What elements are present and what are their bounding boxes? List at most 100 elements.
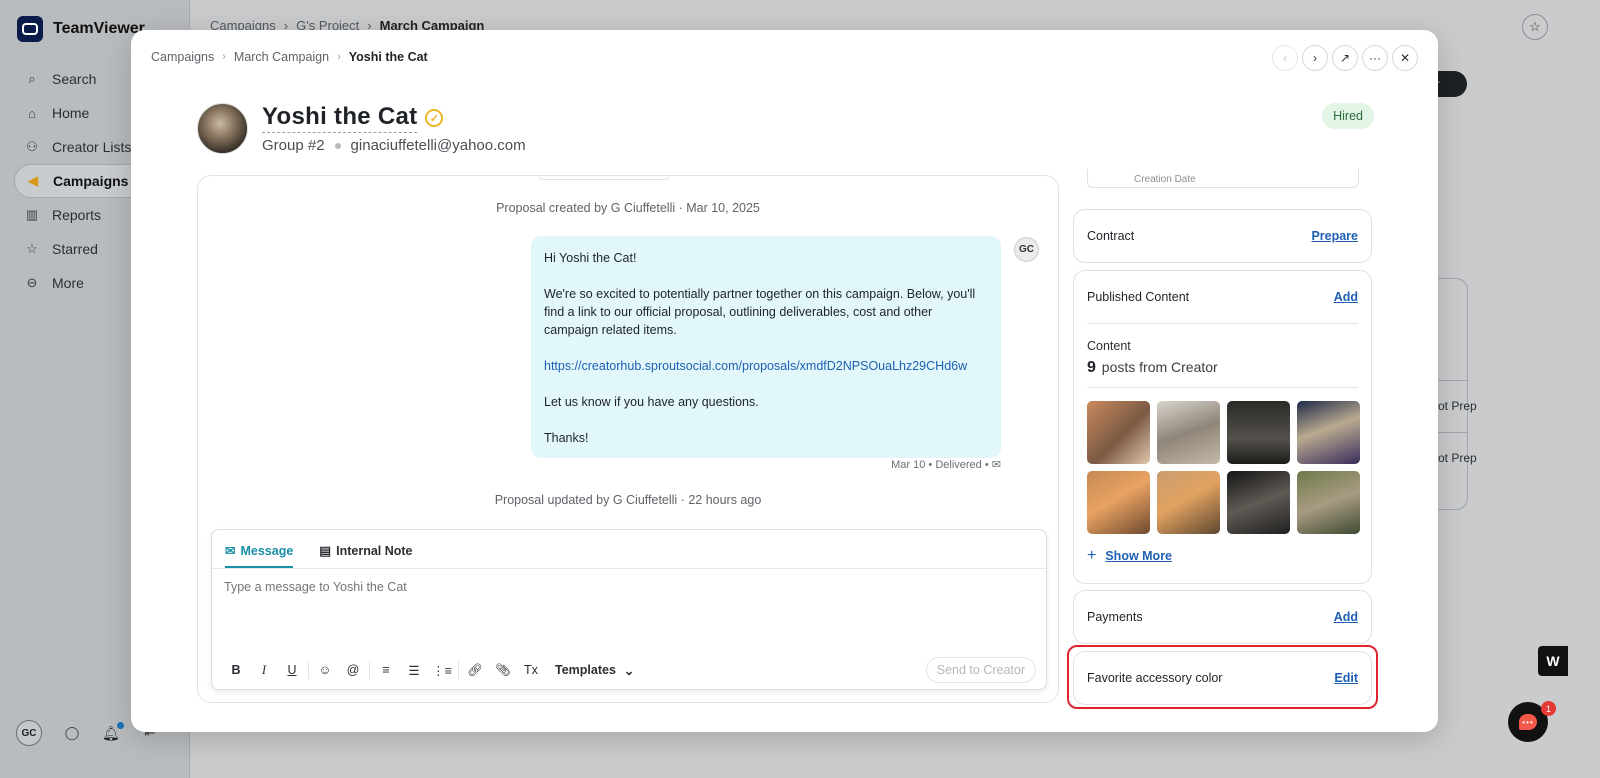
mention-icon[interactable]: @ (339, 658, 367, 682)
more-options-button[interactable]: ··· (1362, 45, 1388, 71)
edit-favorite-accessory-color-link[interactable]: Edit (1334, 671, 1358, 685)
message-input[interactable] (224, 580, 1024, 594)
close-button[interactable]: ✕ (1392, 45, 1418, 71)
content-count: 9 posts from Creator (1074, 353, 1371, 377)
bar-chart-icon: ▥ (25, 207, 39, 222)
chevron-right-icon: › (1313, 51, 1317, 65)
content-thumbnail[interactable] (1087, 471, 1150, 534)
user-avatar[interactable]: GC (16, 720, 42, 746)
scroll-stub (538, 176, 670, 180)
chat-icon[interactable]: ◯ (64, 725, 80, 741)
link-icon[interactable]: 🔗︎ (461, 658, 489, 682)
previous-button[interactable]: ‹ (1272, 45, 1298, 71)
bulleted-list-icon[interactable]: ☰ (400, 658, 428, 682)
tab-message[interactable]: ✉ Message (225, 543, 294, 568)
creator-name[interactable]: Yoshi the Cat (262, 103, 418, 133)
plus-icon: + (1087, 547, 1097, 564)
w-widget-button[interactable]: W (1538, 646, 1568, 676)
message-composer: ✉ Message ▤ Internal Note B I U ☺ @ ≡ ☰ (211, 529, 1047, 690)
templates-dropdown[interactable]: Templates ⌄ (555, 663, 634, 678)
emoji-icon[interactable]: ☺ (311, 658, 339, 682)
favorite-accessory-color-label: Favorite accessory color (1087, 671, 1223, 685)
add-payment-link[interactable]: Add (1334, 610, 1358, 624)
message-bubble: Hi Yoshi the Cat! We're so excited to po… (531, 236, 1001, 458)
attachment-icon[interactable]: 📎︎ (489, 658, 517, 682)
tab-label: Internal Note (336, 543, 413, 558)
breadcrumb-current: Yoshi the Cat (348, 50, 428, 64)
modal-actions: ‹ › ↗ ··· ✕ (1272, 45, 1418, 71)
next-button[interactable]: › (1302, 45, 1328, 71)
home-icon: ⌂ (28, 105, 36, 121)
creator-header: Yoshi the Cat ✓ Group #2 ginaciuffetelli… (197, 103, 526, 154)
content-thumbnail[interactable] (1157, 401, 1220, 464)
star-icon: ☆ (26, 241, 38, 256)
sidebar-item-label: Reports (52, 207, 102, 223)
send-to-creator-button[interactable]: Send to Creator (925, 657, 1036, 683)
content-thumbnail[interactable] (1297, 401, 1360, 464)
creator-modal: Campaigns › March Campaign › Yoshi the C… (131, 30, 1438, 732)
message-signoff: Thanks! (544, 431, 589, 445)
sidebar-item-label: Creator Lists (52, 139, 132, 155)
content-thumbnail[interactable] (1297, 471, 1360, 534)
content-thumbnail[interactable] (1227, 471, 1290, 534)
sender-avatar: GC (1014, 237, 1039, 262)
teamviewer-logo-icon (17, 16, 43, 42)
bell-icon[interactable]: 🔔︎ (102, 721, 124, 742)
megaphone-icon: ◀ (28, 173, 38, 188)
add-published-content-link[interactable]: Add (1334, 290, 1358, 304)
sidebar-item-label: Home (52, 105, 90, 121)
breadcrumb-separator: › (337, 51, 341, 63)
meta-separator: • (984, 459, 992, 471)
status-badge: Hired (1322, 103, 1374, 129)
message-closing: Let us know if you have any questions. (544, 395, 759, 409)
creator-avatar (197, 103, 248, 154)
message-date: Mar 10 (891, 459, 926, 471)
content-label: Content (1087, 339, 1131, 353)
toolbar-divider (369, 661, 370, 679)
tab-label: Message (240, 543, 294, 558)
clear-format-icon[interactable]: Tx (517, 658, 545, 682)
post-count: 9 (1087, 359, 1096, 376)
content-thumbnail[interactable] (1227, 401, 1290, 464)
sidebar-item-label: Campaigns (53, 173, 129, 189)
contract-card: Contract Prepare (1073, 209, 1372, 263)
content-thumbnail[interactable] (1087, 401, 1150, 464)
proposal-link[interactable]: https://creatorhub.sproutsocial.com/prop… (544, 359, 967, 373)
creation-date-field: Creation Date (1087, 169, 1359, 188)
underline-icon[interactable]: U (278, 658, 306, 682)
breadcrumb-separator: › (222, 51, 226, 63)
italic-icon[interactable]: I (250, 658, 278, 682)
post-count-suffix: posts from Creator (1101, 359, 1218, 375)
search-icon: ⌕ (28, 71, 36, 86)
chevron-down-icon: ⌄ (623, 663, 635, 678)
breadcrumb-item[interactable]: Campaigns (151, 50, 214, 64)
background-row-text: ot Prep (1438, 399, 1477, 413)
formatting-toolbar: B I U ☺ @ ≡ ☰ ⋮≡ 🔗︎ 📎︎ Tx Templates ⌄ (222, 658, 634, 682)
prepare-contract-link[interactable]: Prepare (1311, 229, 1358, 243)
brand[interactable]: TeamViewer (17, 16, 145, 42)
conversation-panel: Proposal created by G Ciuffetelli · Mar … (197, 175, 1059, 703)
background-row-text: ot Prep (1438, 451, 1477, 465)
composer-tabs: ✉ Message ▤ Internal Note (212, 530, 1046, 569)
bold-icon[interactable]: B (222, 658, 250, 682)
tab-internal-note[interactable]: ▤ Internal Note (319, 543, 412, 568)
open-external-button[interactable]: ↗ (1332, 45, 1358, 71)
favorite-accessory-color-card: Favorite accessory color Edit (1073, 651, 1372, 705)
star-icon[interactable]: ☆ (1522, 14, 1548, 40)
chevron-left-icon: ‹ (1283, 51, 1287, 65)
sidebar-item-label: Search (52, 71, 97, 87)
templates-label: Templates (555, 663, 616, 677)
numbered-list-icon[interactable]: ⋮≡ (428, 658, 456, 682)
align-icon[interactable]: ≡ (372, 658, 400, 682)
contract-label: Contract (1087, 229, 1135, 243)
content-thumbnail[interactable] (1157, 471, 1220, 534)
toolbar-divider (458, 661, 459, 679)
background-divider (1436, 380, 1468, 381)
breadcrumb-item[interactable]: March Campaign (234, 50, 329, 64)
show-more-button[interactable]: + Show More (1074, 534, 1371, 565)
background-card (1436, 278, 1468, 510)
separator-dot (334, 142, 341, 149)
message-meta: Mar 10 • Delivered • ✉ (798, 458, 1001, 471)
envelope-icon: ✉ (991, 459, 1001, 471)
proposal-created-event: Proposal created by G Ciuffetelli · Mar … (496, 201, 760, 215)
